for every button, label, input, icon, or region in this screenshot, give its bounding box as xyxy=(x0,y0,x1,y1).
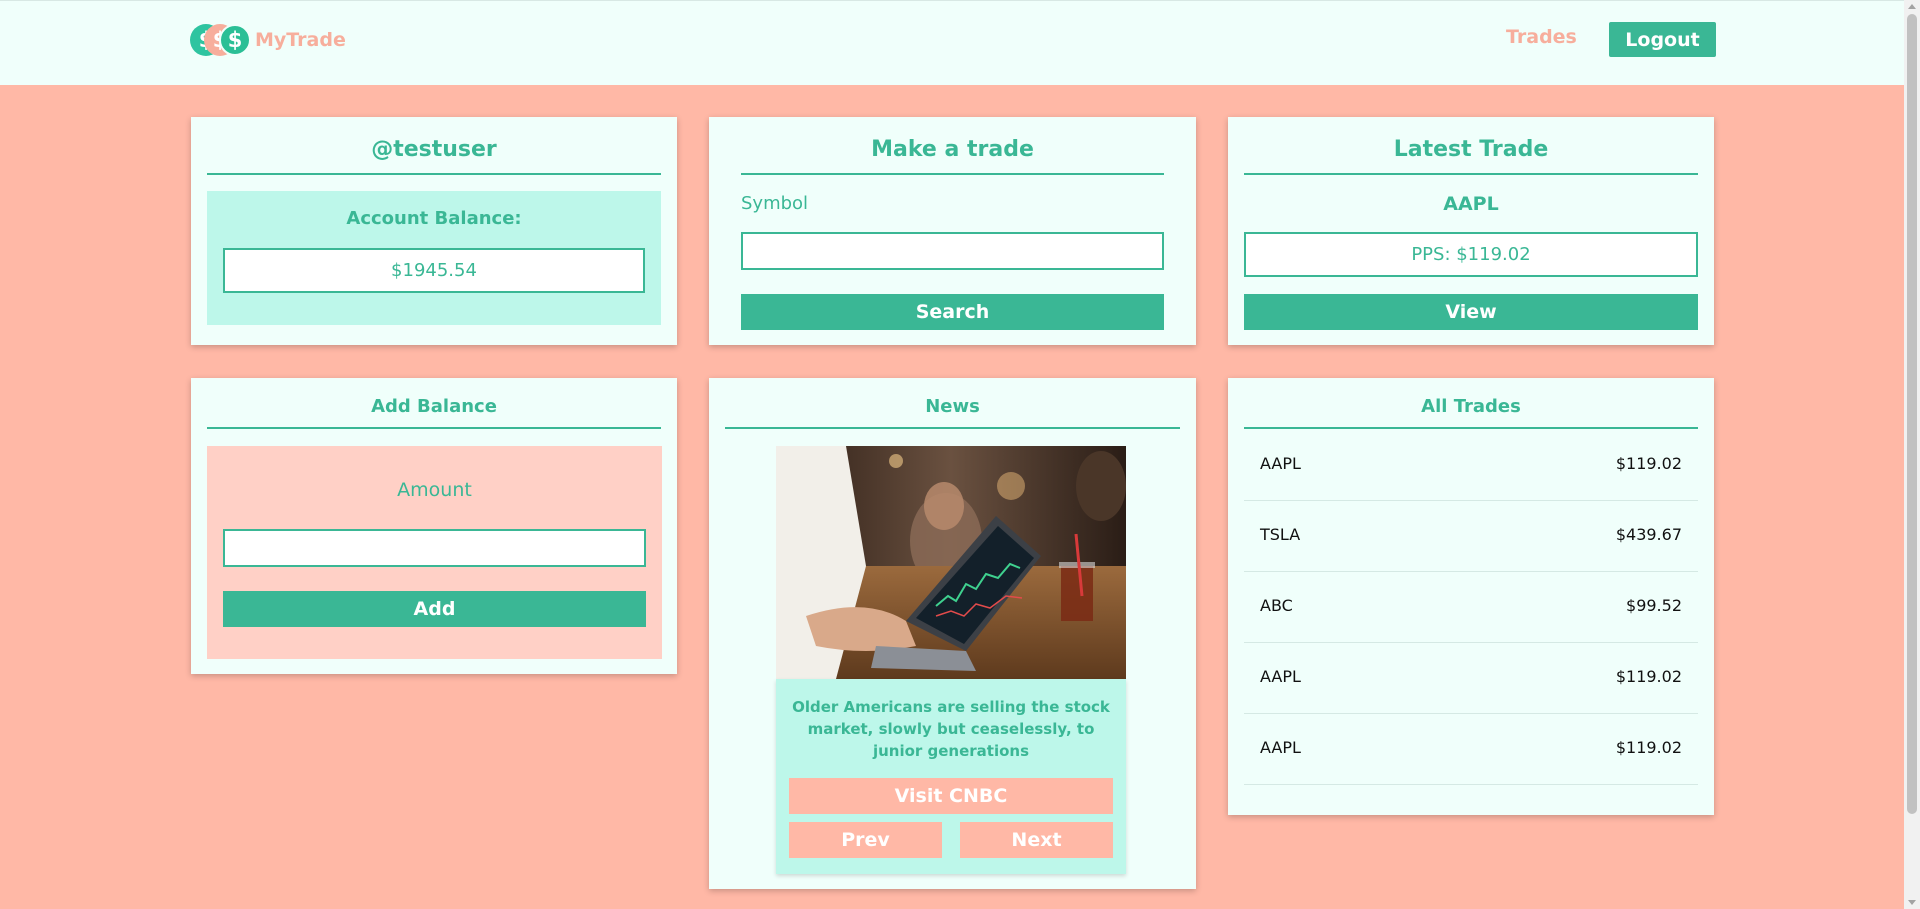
trade-price: $119.02 xyxy=(1615,454,1682,473)
trade-row[interactable]: AAPL $119.02 xyxy=(1244,643,1698,714)
trade-row[interactable]: ABC $99.52 xyxy=(1244,572,1698,643)
news-card: News Older Americans are selling the sto… xyxy=(709,378,1196,889)
amount-label: Amount xyxy=(397,479,472,501)
trade-price: $119.02 xyxy=(1615,738,1682,757)
news-image xyxy=(776,446,1126,679)
trade-symbol: ABC xyxy=(1260,596,1293,615)
add-balance-card: Add Balance Amount Add xyxy=(191,378,677,674)
make-trade-heading: Make a trade xyxy=(741,133,1164,175)
view-button[interactable]: View xyxy=(1244,294,1698,330)
add-button[interactable]: Add xyxy=(223,591,646,627)
brand-logo[interactable]: $ $ $ MyTrade xyxy=(190,23,346,57)
symbol-input[interactable] xyxy=(741,232,1164,270)
trade-row[interactable]: AAPL $119.02 xyxy=(1244,714,1698,785)
trade-symbol: AAPL xyxy=(1260,454,1301,473)
all-trades-card: All Trades AAPL $119.02 TSLA $439.67 ABC… xyxy=(1228,378,1714,815)
trade-price: $439.67 xyxy=(1615,525,1682,544)
news-heading: News xyxy=(725,392,1180,429)
trade-price: $119.02 xyxy=(1615,667,1682,686)
latest-trade-pps: PPS: $119.02 xyxy=(1244,232,1698,277)
balance-value: $1945.54 xyxy=(223,248,645,293)
profile-card: @testuser Account Balance: $1945.54 xyxy=(191,117,677,345)
news-headline: Older Americans are selling the stock ma… xyxy=(792,698,1110,760)
trade-price: $99.52 xyxy=(1626,596,1682,615)
trade-symbol: TSLA xyxy=(1260,525,1301,544)
all-trades-heading: All Trades xyxy=(1244,392,1698,429)
scroll-down-icon[interactable] xyxy=(1908,900,1916,905)
scroll-up-icon[interactable] xyxy=(1908,4,1916,9)
trade-symbol: AAPL xyxy=(1260,667,1301,686)
trade-row[interactable]: AAPL $119.02 xyxy=(1244,430,1698,501)
news-caption-panel: Older Americans are selling the stock ma… xyxy=(776,679,1126,874)
brand-name: MyTrade xyxy=(255,29,346,51)
page-scrollbar[interactable] xyxy=(1904,0,1920,909)
balance-panel: Account Balance: $1945.54 xyxy=(207,191,661,325)
amount-input[interactable] xyxy=(223,529,646,567)
make-trade-card: Make a trade Symbol Search xyxy=(709,117,1196,345)
navbar: $ $ $ MyTrade Trades Logout xyxy=(0,0,1904,85)
add-balance-panel: Amount Add xyxy=(207,446,662,659)
coins-logo-icon: $ $ $ xyxy=(190,23,252,57)
latest-trade-heading: Latest Trade xyxy=(1244,133,1698,175)
prev-button[interactable]: Prev xyxy=(789,822,942,858)
trade-row[interactable]: TSLA $439.67 xyxy=(1244,501,1698,572)
news-photo-illustration xyxy=(776,446,1126,679)
balance-label: Account Balance: xyxy=(346,208,522,229)
next-button[interactable]: Next xyxy=(960,822,1113,858)
add-balance-heading: Add Balance xyxy=(207,392,661,429)
coin-icon: $ xyxy=(219,24,251,56)
latest-trade-card: Latest Trade AAPL PPS: $119.02 View xyxy=(1228,117,1714,345)
visit-cnbc-button[interactable]: Visit CNBC xyxy=(789,778,1113,814)
search-button[interactable]: Search xyxy=(741,294,1164,330)
username-heading: @testuser xyxy=(207,133,661,175)
logout-button[interactable]: Logout xyxy=(1609,22,1716,57)
scrollbar-thumb[interactable] xyxy=(1907,14,1917,814)
latest-trade-symbol: AAPL xyxy=(1443,193,1499,215)
trade-symbol: AAPL xyxy=(1260,738,1301,757)
nav-trades-link[interactable]: Trades xyxy=(1506,26,1577,48)
symbol-label: Symbol xyxy=(741,193,809,214)
